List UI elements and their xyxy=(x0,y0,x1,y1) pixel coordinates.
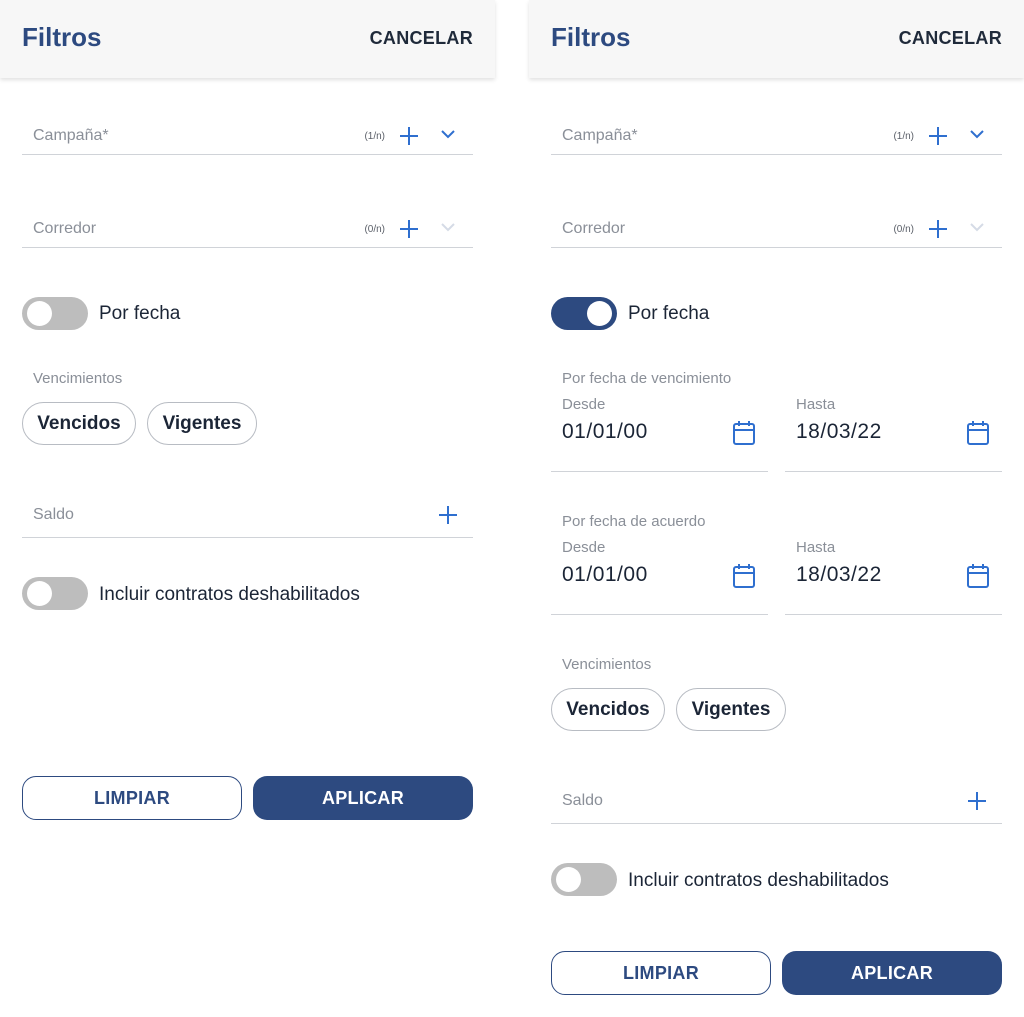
chevron-down-icon xyxy=(970,220,984,234)
hasta-label: Hasta xyxy=(796,539,836,556)
toggle-knob xyxy=(587,301,612,326)
hasta-value: 18/03/22 xyxy=(796,563,882,586)
corredor-label: Corredor xyxy=(562,220,626,237)
desde-label: Desde xyxy=(562,396,606,413)
vencimiento-desde-field[interactable]: Desde 01/01/00 xyxy=(551,396,768,472)
saldo-label: Saldo xyxy=(33,506,74,523)
chevron-down-icon xyxy=(441,220,455,234)
toggle-knob xyxy=(27,581,52,606)
filters-screen-collapsed: Filtros CANCELAR Campaña* (1/n) Corredor… xyxy=(0,0,495,1017)
por-fecha-toggle[interactable] xyxy=(551,297,617,330)
header-bar: Filtros CANCELAR xyxy=(529,0,1024,78)
vencimientos-label: Vencimientos xyxy=(562,656,652,673)
campana-select[interactable]: Campaña* (1/n) xyxy=(551,125,1002,155)
corredor-count: (0/n) xyxy=(364,224,385,235)
plus-icon[interactable] xyxy=(929,127,947,145)
incluir-deshabilitados-toggle[interactable] xyxy=(22,577,88,610)
apply-button[interactable]: APLICAR xyxy=(782,951,1002,995)
calendar-icon[interactable] xyxy=(732,420,756,446)
chip-vencidos[interactable]: Vencidos xyxy=(22,402,136,445)
acuerdo-range-label: Por fecha de acuerdo xyxy=(562,513,706,530)
saldo-label: Saldo xyxy=(562,792,603,809)
filters-screen-expanded: Filtros CANCELAR Campaña* (1/n) Corredor… xyxy=(529,0,1024,1017)
plus-icon[interactable] xyxy=(400,220,418,238)
plus-icon[interactable] xyxy=(400,127,418,145)
vencimiento-hasta-field[interactable]: Hasta 18/03/22 xyxy=(785,396,1002,472)
plus-icon[interactable] xyxy=(968,792,986,810)
action-buttons: LIMPIAR APLICAR xyxy=(529,951,1024,995)
page-title: Filtros xyxy=(551,22,631,52)
plus-icon[interactable] xyxy=(929,220,947,238)
chip-vencidos[interactable]: Vencidos xyxy=(551,688,665,731)
desde-value: 01/01/00 xyxy=(562,563,648,586)
chip-vigentes[interactable]: Vigentes xyxy=(147,402,257,445)
acuerdo-hasta-field[interactable]: Hasta 18/03/22 xyxy=(785,539,1002,615)
chevron-down-icon[interactable] xyxy=(970,127,984,141)
campana-count: (1/n) xyxy=(893,131,914,142)
chip-vigentes[interactable]: Vigentes xyxy=(676,688,786,731)
calendar-icon[interactable] xyxy=(966,420,990,446)
toggle-knob xyxy=(27,301,52,326)
page-title: Filtros xyxy=(22,22,102,52)
calendar-icon[interactable] xyxy=(732,563,756,589)
por-fecha-label: Por fecha xyxy=(628,303,710,324)
vencimientos-label: Vencimientos xyxy=(33,370,123,387)
corredor-select[interactable]: Corredor (0/n) xyxy=(22,218,473,248)
corredor-label: Corredor xyxy=(33,220,97,237)
corredor-select[interactable]: Corredor (0/n) xyxy=(551,218,1002,248)
incluir-deshabilitados-label: Incluir contratos deshabilitados xyxy=(628,870,889,891)
saldo-field[interactable]: Saldo xyxy=(551,792,1002,824)
campana-label: Campaña* xyxy=(562,127,638,144)
por-fecha-toggle[interactable] xyxy=(22,297,88,330)
chevron-down-icon[interactable] xyxy=(441,127,455,141)
incluir-deshabilitados-label: Incluir contratos deshabilitados xyxy=(99,584,360,605)
clear-button[interactable]: LIMPIAR xyxy=(22,776,242,820)
toggle-knob xyxy=(556,867,581,892)
hasta-label: Hasta xyxy=(796,396,836,413)
campana-count: (1/n) xyxy=(364,131,385,142)
header-bar: Filtros CANCELAR xyxy=(0,0,495,78)
saldo-field[interactable]: Saldo xyxy=(22,506,473,538)
acuerdo-desde-field[interactable]: Desde 01/01/00 xyxy=(551,539,768,615)
por-fecha-label: Por fecha xyxy=(99,303,181,324)
apply-button[interactable]: APLICAR xyxy=(253,776,473,820)
cancel-button[interactable]: CANCELAR xyxy=(370,28,473,49)
corredor-count: (0/n) xyxy=(893,224,914,235)
clear-button[interactable]: LIMPIAR xyxy=(551,951,771,995)
hasta-value: 18/03/22 xyxy=(796,420,882,443)
plus-icon[interactable] xyxy=(439,506,457,524)
cancel-button[interactable]: CANCELAR xyxy=(899,28,1002,49)
action-buttons: LIMPIAR APLICAR xyxy=(0,776,495,820)
campana-select[interactable]: Campaña* (1/n) xyxy=(22,125,473,155)
desde-value: 01/01/00 xyxy=(562,420,648,443)
vencimiento-range-label: Por fecha de vencimiento xyxy=(562,370,732,387)
desde-label: Desde xyxy=(562,539,606,556)
incluir-deshabilitados-toggle[interactable] xyxy=(551,863,617,896)
campana-label: Campaña* xyxy=(33,127,109,144)
calendar-icon[interactable] xyxy=(966,563,990,589)
